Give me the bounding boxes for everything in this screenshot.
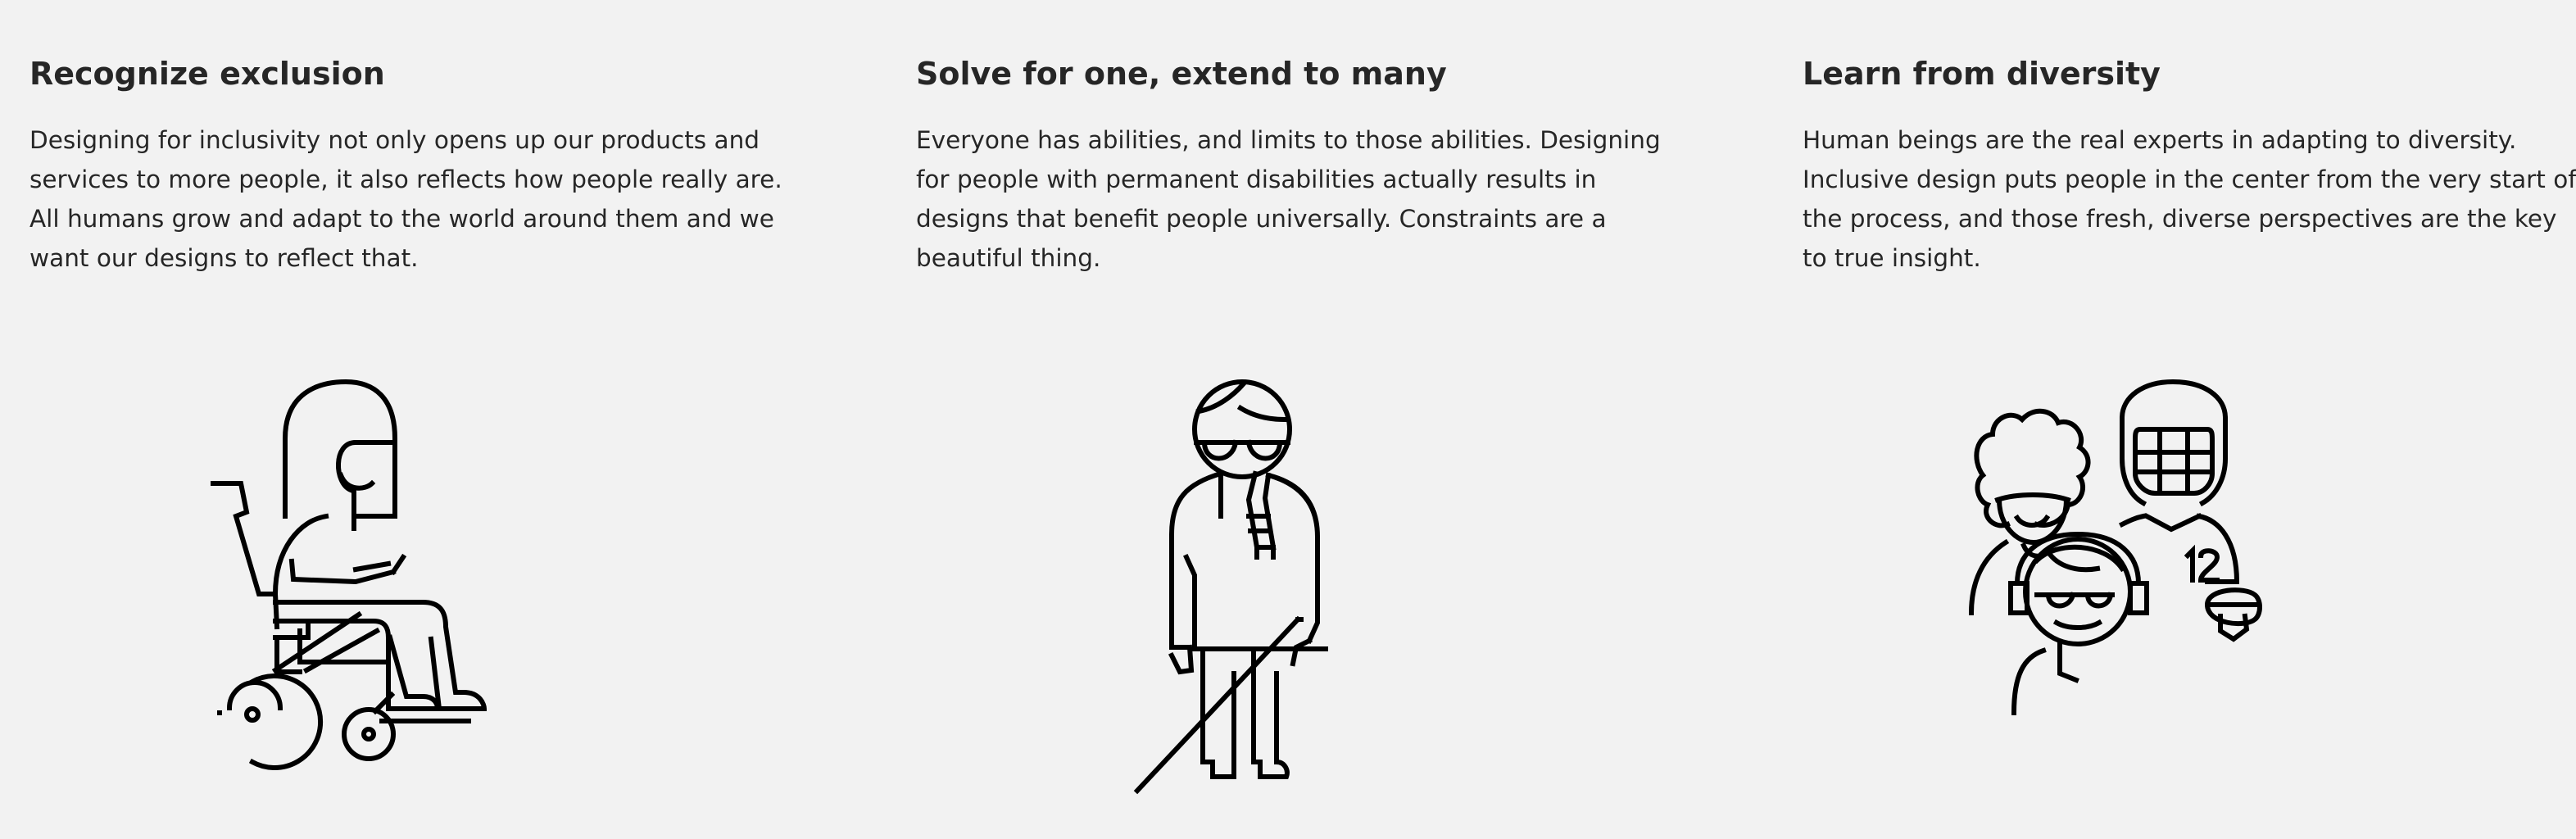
section-heading: Solve for one, extend to many xyxy=(916,56,1447,92)
white-cane-user-illustration xyxy=(916,361,1408,819)
section-heading: Learn from diversity xyxy=(1803,56,2161,92)
section-body: Human beings are the real experts in ada… xyxy=(1803,126,2576,272)
wheelchair-user-illustration xyxy=(29,361,521,819)
section-body: Everyone has abilities, and limits to th… xyxy=(916,126,1661,272)
section-body: Designing for inclusivity not only opens… xyxy=(29,126,782,272)
white-cane-user-icon xyxy=(1133,379,1328,795)
diverse-group-illustration xyxy=(1803,361,2294,819)
diverse-group-icon xyxy=(1968,379,2262,716)
section-recognize-exclusion: Recognize exclusion Designing for inclus… xyxy=(29,0,849,839)
wheelchair-user-icon xyxy=(211,379,488,770)
section-solve-for-one: Solve for one, extend to many Everyone h… xyxy=(916,0,1735,839)
section-learn-from-diversity: Learn from diversity Human beings are th… xyxy=(1803,0,2576,839)
section-heading: Recognize exclusion xyxy=(29,56,385,92)
